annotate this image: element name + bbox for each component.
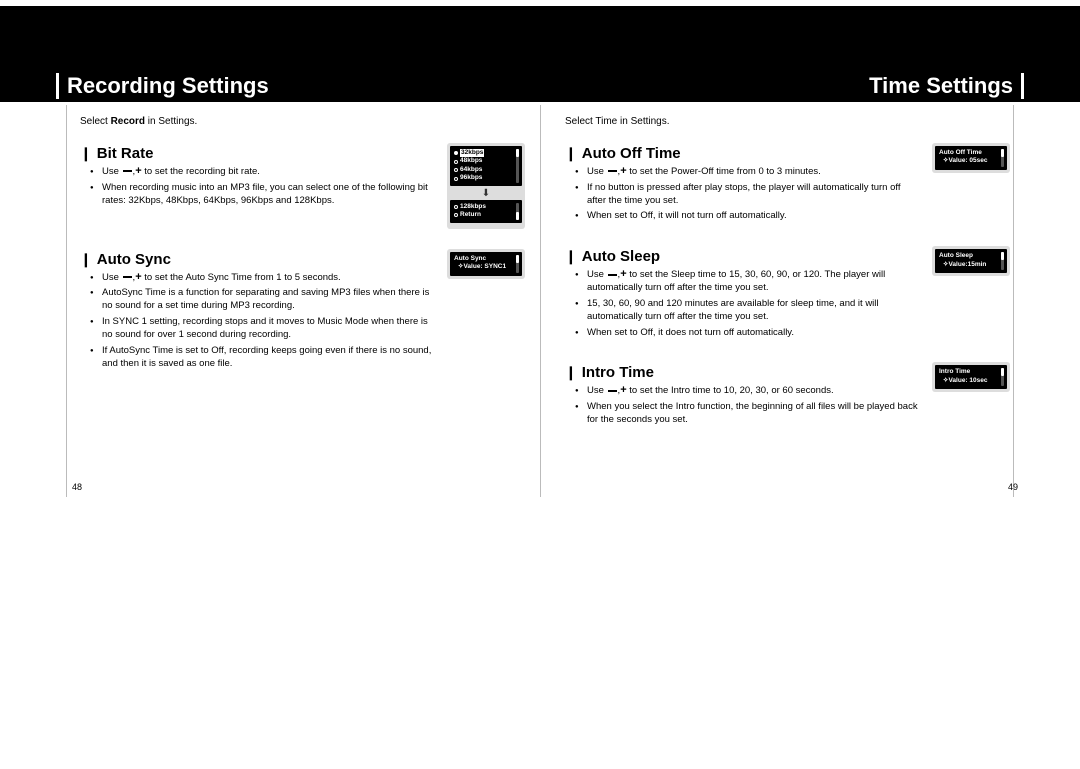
section-auto-sync: Auto Sync Use ,+ to set the Auto Sync Ti… — [80, 243, 525, 374]
device-autosleep: Auto Sleep ✧Value:15min — [932, 246, 1010, 276]
instr-text-2: in Settings. — [145, 116, 197, 127]
minus-icon — [608, 274, 617, 276]
heading-intro-time: Intro Time — [565, 364, 922, 381]
heading-auto-off: Auto Off Time — [565, 145, 922, 162]
device-bitrate: 32kbps 48kbps 64kbps 96kbps ⬇ 128kbps Re… — [447, 143, 525, 229]
bullet: Use ,+ to set the recording bit rate. — [94, 166, 437, 179]
instruction-right: Select Time in Settings. — [565, 116, 1010, 127]
bullet: Use ,+ to set the Power-Off time from 0 … — [579, 166, 922, 179]
device-intro: Intro Time ✧Value: 10sec — [932, 362, 1010, 392]
bullet: When you select the Intro function, the … — [579, 401, 922, 427]
instr-text: Select — [80, 116, 111, 127]
instr-bold: Record — [111, 116, 145, 127]
section-auto-sleep: Auto Sleep Use ,+ to set the Sleep time … — [565, 240, 1010, 342]
minus-icon — [608, 390, 617, 392]
arrow-down-icon: ⬇ — [450, 189, 522, 199]
heading-auto-sync: Auto Sync — [80, 251, 437, 268]
heading-auto-sleep: Auto Sleep — [565, 248, 922, 265]
bullet: AutoSync Time is a function for separati… — [94, 287, 437, 313]
right-page: Select Time in Settings. Auto Off Time U… — [565, 112, 1010, 444]
bullet: In SYNC 1 setting, recording stops and i… — [94, 316, 437, 342]
bullet: Use ,+ to set the Sleep time to 15, 30, … — [579, 269, 922, 295]
bullet: Use ,+ to set the Auto Sync Time from 1 … — [94, 272, 437, 285]
bullet: If no button is pressed after play stops… — [579, 182, 922, 208]
bullet: When set to Off, it does not turn off au… — [579, 327, 922, 340]
minus-icon — [123, 276, 132, 278]
heading-bit-rate: Bit Rate — [80, 145, 437, 162]
minus-icon — [608, 170, 617, 172]
section-auto-off: Auto Off Time Use ,+ to set the Power-Of… — [565, 137, 1010, 226]
header-band: Recording Settings Time Settings — [0, 6, 1080, 102]
page-number-left: 48 — [72, 482, 82, 492]
page-title-right: Time Settings — [869, 73, 1024, 99]
page-number-right: 49 — [1008, 482, 1018, 492]
section-intro-time: Intro Time Use ,+ to set the Intro time … — [565, 356, 1010, 429]
margin-rule-left — [66, 105, 67, 497]
bullet: 15, 30, 60, 90 and 120 minutes are avail… — [579, 298, 922, 324]
gutter-rule — [540, 105, 541, 497]
bullet: When set to Off, it will not turn off au… — [579, 210, 922, 223]
device-autosync: Auto Sync ✧Value: SYNC1 — [447, 249, 525, 279]
bullet: When recording music into an MP3 file, y… — [94, 182, 437, 208]
bullet: Use ,+ to set the Intro time to 10, 20, … — [579, 385, 922, 398]
device-autooff: Auto Off Time ✧Value: 05sec — [932, 143, 1010, 173]
left-page: Select Record in Settings. Bit Rate Use … — [80, 112, 525, 444]
bullet: If AutoSync Time is set to Off, recordin… — [94, 345, 437, 371]
section-bit-rate: Bit Rate Use ,+ to set the recording bit… — [80, 137, 525, 229]
margin-rule-right — [1013, 105, 1014, 497]
minus-icon — [123, 170, 132, 172]
page-title-left: Recording Settings — [56, 73, 269, 99]
instruction-left: Select Record in Settings. — [80, 116, 525, 127]
